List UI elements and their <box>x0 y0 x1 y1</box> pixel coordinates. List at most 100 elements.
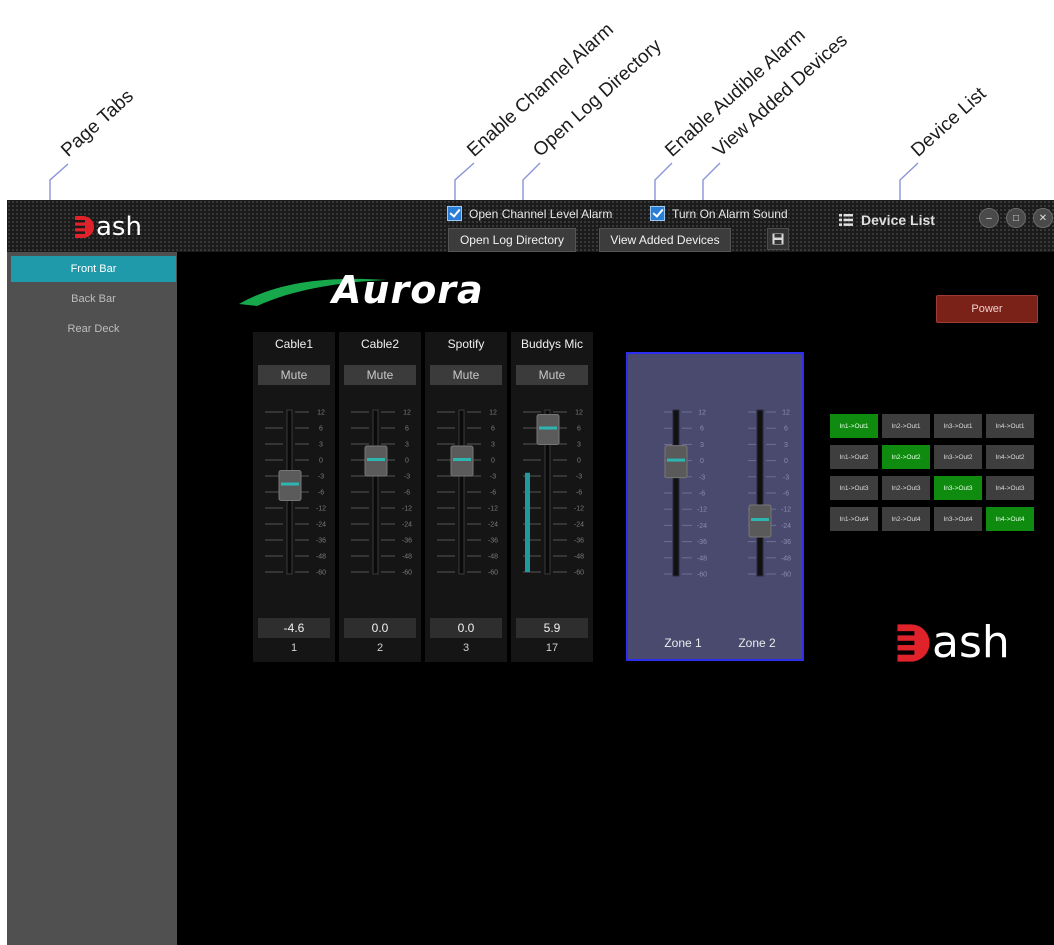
zone-fader-track <box>672 409 680 577</box>
channel-fader[interactable]: 12 6 3 0 -3 -6 -12 -24 -36 -48 -60 <box>511 402 593 612</box>
tab-rear-deck[interactable]: Rear Deck <box>11 316 176 342</box>
fader-scale-label: -24 <box>488 522 498 529</box>
turn-on-alarm-sound-checkbox[interactable]: Turn On Alarm Sound <box>650 206 788 221</box>
zone-fader-knob-indicator <box>751 518 769 521</box>
route-button[interactable]: In1->Out3 <box>830 476 878 500</box>
channel-level-value[interactable]: 0.0 <box>344 618 416 638</box>
zone-1-label: Zone 1 <box>664 636 702 650</box>
channel-name: Cable2 <box>360 337 400 351</box>
callout-open-log-directory: Open Log Directory <box>529 35 666 162</box>
zone-fader-scale-label: -3 <box>699 474 705 481</box>
minimize-icon: – <box>986 212 992 224</box>
zone-faders[interactable]: 12 6 3 0 -3 -6 -12 -24 -36 -48 -60 12 6 3 0 -3 -6 -12 -24 -… <box>628 354 802 634</box>
checkbox-checked-icon <box>447 206 462 221</box>
callout-device-list: Device List <box>907 83 991 162</box>
channel-level-value[interactable]: 0.0 <box>430 618 502 638</box>
zone-fader-scale-label: 6 <box>784 426 788 433</box>
channel-level-value[interactable]: -4.6 <box>258 618 330 638</box>
open-channel-level-alarm-label: Open Channel Level Alarm <box>469 206 613 221</box>
route-button[interactable]: In3->Out3 <box>934 476 982 500</box>
route-button[interactable]: In1->Out2 <box>830 445 878 469</box>
tab-back-bar[interactable]: Back Bar <box>11 286 176 312</box>
fader-scale-label: 3 <box>319 442 323 449</box>
route-button[interactable]: In1->Out1 <box>830 414 878 438</box>
mute-button[interactable]: Mute <box>430 365 502 385</box>
fader-scale-label: -3 <box>404 474 410 481</box>
route-button[interactable]: In2->Out2 <box>882 445 930 469</box>
close-button[interactable]: ✕ <box>1033 208 1053 228</box>
channel-strip: Cable1 Mute 12 6 3 0 -3 -6 -12 -24 -36 -48 -60 -4.… <box>253 332 335 662</box>
channel-fader[interactable]: 12 6 3 0 -3 -6 -12 -24 -36 -48 -60 <box>425 402 507 612</box>
route-button[interactable]: In2->Out1 <box>882 414 930 438</box>
maximize-button[interactable]: □ <box>1006 208 1026 228</box>
device-list-button[interactable]: Device List <box>839 212 935 228</box>
channel-level-value[interactable]: 5.9 <box>516 618 588 638</box>
channel-strip: Buddys Mic Mute 12 6 3 0 -3 -6 -12 -24 -36 -48 -60… <box>511 332 593 662</box>
zone-fader-scale-label: -24 <box>781 523 791 530</box>
maximize-icon: □ <box>1012 212 1020 224</box>
save-button[interactable] <box>767 228 789 250</box>
channel-name: Cable1 <box>274 337 314 351</box>
fader-scale-label: 6 <box>405 426 409 433</box>
control-page: Aurora Power Cable1 Mute 12 6 3 0 -3 -6 -12 -24… <box>177 252 1054 945</box>
zone-fader-scale-label: -3 <box>783 474 789 481</box>
zone-fader-scale-label: -48 <box>697 555 707 562</box>
route-button[interactable]: In4->Out2 <box>986 445 1034 469</box>
zone-fader-scale-label: -12 <box>697 507 707 514</box>
route-button[interactable]: In3->Out4 <box>934 507 982 531</box>
zone-fader-scale-label: -48 <box>781 555 791 562</box>
fader-scale-label: -3 <box>490 474 496 481</box>
mute-button[interactable]: Mute <box>516 365 588 385</box>
fader-scale-label: -60 <box>316 570 326 577</box>
dash-logo-mark-icon <box>890 623 930 662</box>
route-button[interactable]: In4->Out1 <box>986 414 1034 438</box>
fader-scale-label: -12 <box>316 506 326 513</box>
fader-scale-label: -24 <box>402 522 412 529</box>
zone-fader-scale-label: -24 <box>697 523 707 530</box>
fader-scale-label: -24 <box>574 522 584 529</box>
mute-button[interactable]: Mute <box>344 365 416 385</box>
fader-scale-label: 0 <box>491 458 495 465</box>
zone-fader-scale-label: -12 <box>781 507 791 514</box>
fader-scale-label: -6 <box>318 490 324 497</box>
fader-scale-label: 0 <box>577 458 581 465</box>
channel-fader[interactable]: 12 6 3 0 -3 -6 -12 -24 -36 -48 -60 <box>339 402 421 612</box>
zone-fader-scale-label: 0 <box>700 458 704 465</box>
route-button[interactable]: In2->Out3 <box>882 476 930 500</box>
fader-scale-label: -48 <box>316 554 326 561</box>
channel-fader[interactable]: 12 6 3 0 -3 -6 -12 -24 -36 -48 -60 <box>253 402 335 612</box>
fader-scale-label: 12 <box>317 410 325 417</box>
route-button[interactable]: In4->Out3 <box>986 476 1034 500</box>
fader-scale-label: -3 <box>576 474 582 481</box>
fader-scale-label: 12 <box>489 410 497 417</box>
dash-logo-large: ash <box>890 617 1010 668</box>
mute-button[interactable]: Mute <box>258 365 330 385</box>
fader-scale-label: -48 <box>488 554 498 561</box>
route-button[interactable]: In3->Out2 <box>934 445 982 469</box>
power-button[interactable]: Power <box>936 295 1038 323</box>
dash-logo-text: ash <box>96 212 142 242</box>
zone-fader-knob <box>664 445 688 479</box>
open-log-directory-button[interactable]: Open Log Directory <box>448 228 576 252</box>
fader-scale-label: -6 <box>576 490 582 497</box>
channel-number: 3 <box>462 642 470 654</box>
fader-scale-label: -36 <box>402 538 412 545</box>
fader-scale-label: -48 <box>402 554 412 561</box>
fader-knob-indicator <box>539 426 557 430</box>
tab-front-bar[interactable]: Front Bar <box>11 256 176 282</box>
route-button[interactable]: In3->Out1 <box>934 414 982 438</box>
route-button[interactable]: In2->Out4 <box>882 507 930 531</box>
level-meter <box>525 472 530 572</box>
open-channel-level-alarm-checkbox[interactable]: Open Channel Level Alarm <box>447 206 612 221</box>
minimize-button[interactable]: – <box>979 208 999 228</box>
dash-logo-text: ash <box>932 617 1010 668</box>
channel-number: 17 <box>545 642 559 654</box>
view-added-devices-button[interactable]: View Added Devices <box>599 228 731 252</box>
route-button[interactable]: In1->Out4 <box>830 507 878 531</box>
fader-scale-label: 3 <box>491 442 495 449</box>
zone-fader-scale-label: 6 <box>700 426 704 433</box>
channel-number: 1 <box>290 642 298 654</box>
route-button[interactable]: In4->Out4 <box>986 507 1034 531</box>
fader-scale-label: -12 <box>488 506 498 513</box>
fader-scale-label: 6 <box>577 426 581 433</box>
